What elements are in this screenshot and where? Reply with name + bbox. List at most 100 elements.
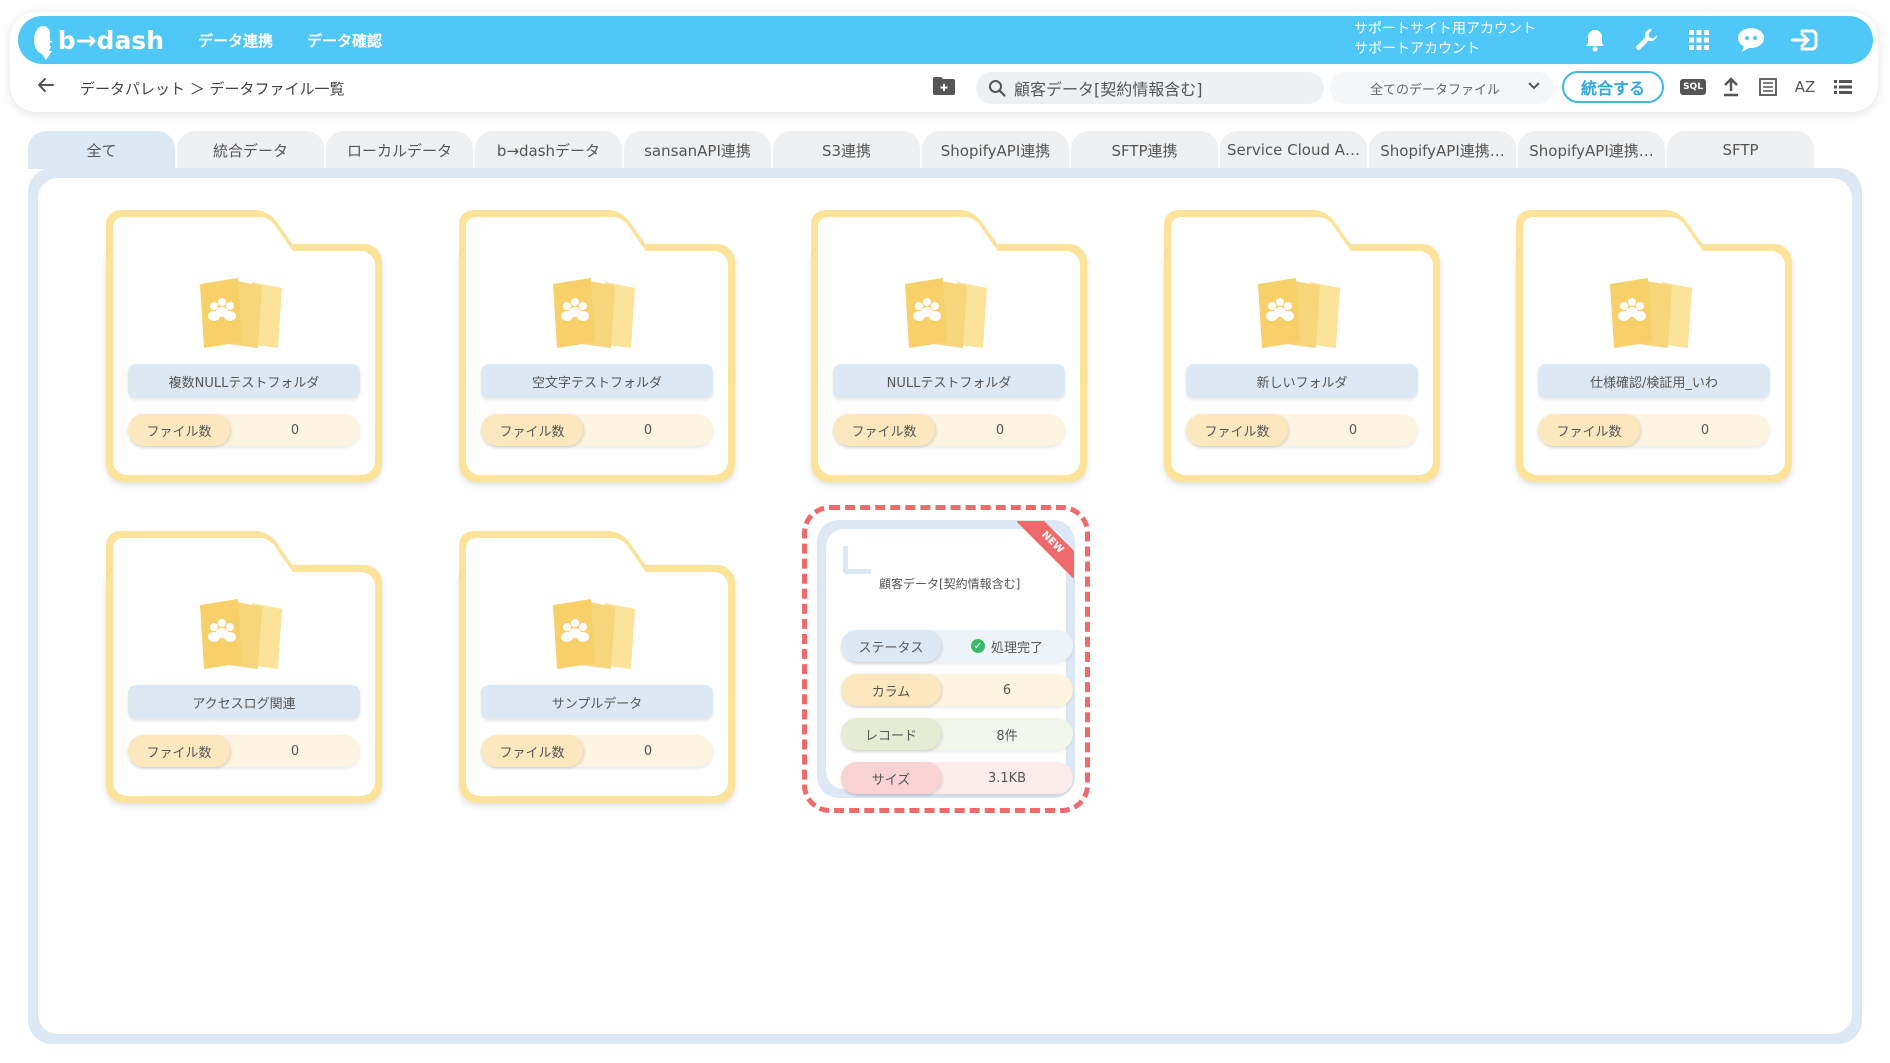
support-chat-icon[interactable] xyxy=(1734,24,1768,56)
tab-sansan-api[interactable]: sansanAPI連携 xyxy=(624,131,771,169)
folder-tab-fill xyxy=(1171,217,1315,267)
folder-card[interactable]: 仕様確認/検証用_いわ ファイル数 0 xyxy=(1516,210,1792,482)
account-info[interactable]: サポートサイト用アカウント サポートアカウント xyxy=(1354,19,1536,59)
folder-name: 空文字テストフォルダ xyxy=(481,364,713,398)
folder-name: サンプルデータ xyxy=(481,685,713,719)
sql-label: SQL xyxy=(1680,79,1706,95)
folder-card[interactable]: 空文字テストフォルダ ファイル数 0 xyxy=(459,210,735,482)
tab-all[interactable]: 全て xyxy=(28,131,175,169)
sub-toolbar: データパレット ＞ データファイル一覧 全てのデータファイル 統合する SQL … xyxy=(10,70,1878,110)
folder-card[interactable]: アクセスログ関連 ファイル数 0 xyxy=(106,531,382,803)
nav-data-check[interactable]: データ確認 xyxy=(307,30,382,51)
file-title: 顧客データ[契約情報含む] xyxy=(879,577,1021,591)
folder-name: 新しいフォルダ xyxy=(1186,364,1418,398)
bell-icon[interactable] xyxy=(1578,24,1612,56)
apps-grid-icon[interactable] xyxy=(1682,24,1716,56)
check-circle-icon: ✓ xyxy=(970,639,985,653)
list-detail-icon[interactable] xyxy=(1755,76,1781,98)
tab-sftp-link[interactable]: SFTP連携 xyxy=(1071,131,1218,169)
tab-sftp[interactable]: SFTP xyxy=(1667,131,1814,169)
folder-name: 複数NULLテストフォルダ xyxy=(128,364,360,398)
back-arrow-icon[interactable] xyxy=(37,76,54,97)
file-count-value: 0 xyxy=(1700,422,1710,438)
file-count-value: 0 xyxy=(290,743,300,759)
logo-bubble-icon xyxy=(34,26,56,60)
folder-group-icon xyxy=(1610,278,1692,348)
add-folder-icon[interactable] xyxy=(932,76,958,96)
folder-tab-fill xyxy=(466,538,610,588)
file-count-label: ファイル数 xyxy=(481,735,583,767)
folder-tab-fill xyxy=(113,538,257,588)
file-count-label: ファイル数 xyxy=(1538,414,1640,446)
merge-button[interactable]: 統合する xyxy=(1562,71,1664,103)
record-value: 8件 xyxy=(996,728,1018,744)
column-value: 6 xyxy=(1002,682,1012,698)
folder-card[interactable]: NULLテストフォルダ ファイル数 0 xyxy=(811,210,1087,482)
file-count-label: ファイル数 xyxy=(128,414,230,446)
folder-group-icon xyxy=(905,278,987,348)
file-corner-icon xyxy=(843,546,871,574)
folder-name: 仕様確認/検証用_いわ xyxy=(1538,364,1770,398)
search-box xyxy=(976,72,1324,104)
sort-az-icon[interactable]: AZ xyxy=(1792,76,1818,98)
status-value: 処理完了 xyxy=(990,640,1043,656)
tab-merged-data[interactable]: 統合データ xyxy=(177,131,324,169)
folder-card[interactable]: 複数NULLテストフォルダ ファイル数 0 xyxy=(106,210,382,482)
logo-text: b→dash xyxy=(57,25,164,55)
search-input[interactable] xyxy=(1014,78,1304,98)
tab-s3[interactable]: S3連携 xyxy=(773,131,920,169)
file-count-label: ファイル数 xyxy=(1186,414,1288,446)
file-filter-value: 全てのデータファイル xyxy=(1370,82,1501,98)
file-count-row: ファイル数 0 xyxy=(833,414,1065,446)
file-count-row: ファイル数 0 xyxy=(128,735,360,767)
column-label: カラム xyxy=(841,674,941,706)
folder-card[interactable]: サンプルデータ ファイル数 0 xyxy=(459,531,735,803)
file-count-label: ファイル数 xyxy=(128,735,230,767)
folder-card[interactable]: 新しいフォルダ ファイル数 0 xyxy=(1164,210,1440,482)
chevron-down-icon xyxy=(1528,78,1540,94)
upload-icon[interactable] xyxy=(1718,76,1744,98)
folder-group-icon xyxy=(553,599,635,669)
file-count-value: 0 xyxy=(1348,422,1358,438)
folder-tab-fill xyxy=(818,217,962,267)
tab-local-data[interactable]: ローカルデータ xyxy=(326,131,473,169)
data-file-card[interactable]: NEW 顧客データ[契約情報含む] ステータス ✓ 処理完了 カラム 6 レコー… xyxy=(802,505,1090,813)
tab-shopify-api-2[interactable]: ShopifyAPI連携… xyxy=(1369,131,1516,169)
folder-name: NULLテストフォルダ xyxy=(833,364,1065,398)
new-badge: NEW xyxy=(1016,521,1074,579)
folder-group-icon xyxy=(200,278,282,348)
status-row: ステータス ✓ 処理完了 xyxy=(841,630,1073,662)
folder-group-icon xyxy=(553,278,635,348)
size-row: サイズ 3.1KB xyxy=(841,762,1073,794)
bdash-logo[interactable]: b→dash xyxy=(34,25,164,60)
folder-tab-fill xyxy=(466,217,610,267)
tab-bdash-data[interactable]: b→dashデータ xyxy=(475,131,622,169)
file-count-value: 0 xyxy=(995,422,1005,438)
folder-tab-fill xyxy=(113,217,257,267)
search-icon xyxy=(989,80,1006,97)
file-count-row: ファイル数 0 xyxy=(1186,414,1418,446)
logout-icon[interactable] xyxy=(1788,24,1822,56)
file-filter-select[interactable]: 全てのデータファイル xyxy=(1330,72,1554,104)
category-tabs: 全て 統合データ ローカルデータ b→dashデータ sansanAPI連携 S… xyxy=(28,131,1816,169)
file-count-row: ファイル数 0 xyxy=(128,414,360,446)
folder-tab-fill xyxy=(1523,217,1667,267)
file-count-row: ファイル数 0 xyxy=(1538,414,1770,446)
tab-service-cloud[interactable]: Service Cloud A… xyxy=(1220,131,1367,169)
list-view-icon[interactable] xyxy=(1830,76,1856,98)
nav-data-integration[interactable]: データ連携 xyxy=(198,30,273,51)
sql-icon[interactable]: SQL xyxy=(1680,76,1706,98)
file-count-row: ファイル数 0 xyxy=(481,414,713,446)
file-count-row: ファイル数 0 xyxy=(481,735,713,767)
wrench-icon[interactable] xyxy=(1630,24,1664,56)
status-value-wrap: ✓ 処理完了 xyxy=(941,637,1073,656)
folder-group-icon xyxy=(1258,278,1340,348)
file-count-label: ファイル数 xyxy=(481,414,583,446)
account-line-1: サポートサイト用アカウント xyxy=(1354,21,1536,37)
file-count-value: 0 xyxy=(290,422,300,438)
sort-az-label: AZ xyxy=(1794,78,1816,96)
folder-group-icon xyxy=(200,599,282,669)
tab-shopify-api[interactable]: ShopifyAPI連携 xyxy=(922,131,1069,169)
tab-shopify-api-3[interactable]: ShopifyAPI連携… xyxy=(1518,131,1665,169)
size-label: サイズ xyxy=(841,762,941,794)
